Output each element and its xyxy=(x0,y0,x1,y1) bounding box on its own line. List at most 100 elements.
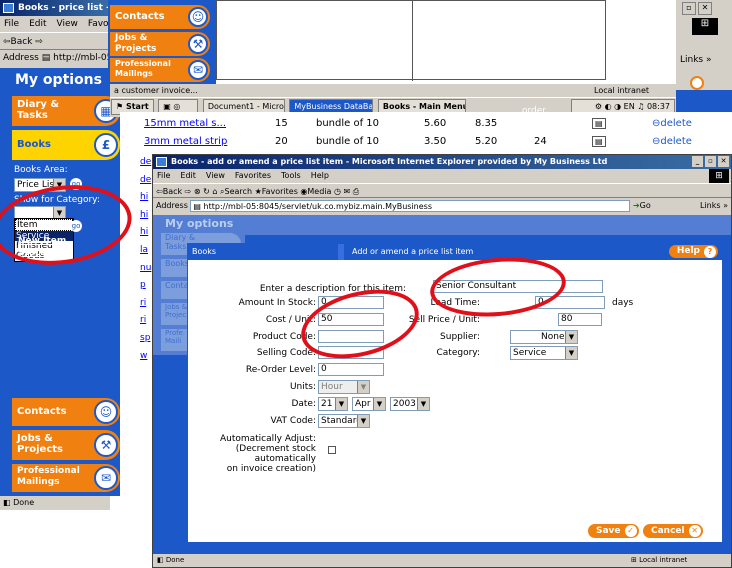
history-icon[interactable]: ◷ xyxy=(334,187,341,196)
vat-code-value: Standard xyxy=(321,416,362,426)
table-row: 15mm metal s... 15 bundle of 10 5.60 8.3… xyxy=(120,118,732,132)
minimize-button[interactable]: _ xyxy=(692,156,703,167)
save-button[interactable]: Save ✓ xyxy=(588,524,639,538)
reorder-input[interactable]: 0 xyxy=(318,363,384,376)
date-year-select[interactable]: 2003 xyxy=(390,397,430,411)
list-item[interactable]: nu xyxy=(140,260,152,278)
sidebar-pill-diary[interactable]: Diary & Tasks ▦ xyxy=(12,96,120,126)
form-section-title: Books xyxy=(192,247,217,256)
front-menu-file[interactable]: File xyxy=(157,171,170,180)
front-menu-help[interactable]: Help xyxy=(311,171,329,180)
books-area-label: Books Area: xyxy=(14,165,68,175)
reorder-label: Re-Order Level: xyxy=(245,365,316,375)
windows-logo-icon-front: ⊞ xyxy=(709,169,729,183)
sell-price-label: Sell Price / Unit: xyxy=(408,315,480,325)
auto-adjust-checkbox[interactable] xyxy=(328,446,336,454)
links-button[interactable]: Links » xyxy=(700,198,728,214)
list-item[interactable]: ri xyxy=(140,295,152,313)
stop-icon[interactable]: ⊗ xyxy=(194,187,201,196)
row-delete[interactable]: ⊖delete xyxy=(652,118,692,129)
left-sidebar: My options Diary & Tasks ▦ Books £ Books A… xyxy=(0,68,120,496)
media-button[interactable]: Media xyxy=(307,187,331,196)
front-menu-view[interactable]: View xyxy=(206,171,225,180)
favorites-icon[interactable]: ★ xyxy=(255,187,262,196)
row-unit: bundle of 10 xyxy=(316,118,380,129)
forward-icon[interactable]: ⇨ xyxy=(35,37,43,47)
document-icon[interactable]: ▤ xyxy=(592,136,606,147)
top-pill-mailings[interactable]: Professional Mailings ✉ xyxy=(110,58,210,82)
sidebar-pill-mailings[interactable]: Professional Mailings ✉ xyxy=(12,464,120,492)
list-item[interactable]: de xyxy=(140,172,152,190)
frame-divider xyxy=(412,1,413,81)
list-item[interactable]: de xyxy=(140,154,152,172)
front-address-input[interactable]: ▤ http://mbl-05:8045/servlet/uk.co.mybiz… xyxy=(190,199,631,212)
list-item[interactable]: p xyxy=(140,277,152,295)
list-item[interactable]: hi xyxy=(140,189,152,207)
help-label: Help xyxy=(676,246,700,256)
close-button[interactable]: ✕ xyxy=(718,156,729,167)
go-button[interactable]: Go xyxy=(640,201,651,210)
cancel-button[interactable]: Cancel ✕ xyxy=(643,524,703,538)
top-pill-jobs[interactable]: Jobs & Projects ⚒ xyxy=(110,32,210,56)
supplier-label: Supplier: xyxy=(440,332,480,342)
sell-price-input[interactable]: 80 xyxy=(558,313,602,326)
category-form-select[interactable]: Service xyxy=(510,346,578,360)
menu-edit[interactable]: Edit xyxy=(29,19,46,29)
close-icon[interactable]: ✕ xyxy=(698,2,712,15)
help-button[interactable]: Help? xyxy=(668,245,718,258)
front-back-button[interactable]: ⇦Back xyxy=(156,187,182,196)
supplier-select[interactable]: None xyxy=(510,330,578,344)
favorites-button[interactable]: Favorites xyxy=(262,187,298,196)
vat-code-select[interactable]: Standard xyxy=(318,414,370,428)
address-value[interactable]: http://mbl-05 xyxy=(53,53,110,63)
menu-file[interactable]: File xyxy=(4,19,19,29)
page-icon: ▤ xyxy=(41,53,51,63)
mail-icon-nav[interactable]: ✉ xyxy=(344,187,351,196)
front-menu-tools[interactable]: Tools xyxy=(281,171,301,180)
mail-icon: ✉ xyxy=(94,466,118,490)
lead-time-unit: days xyxy=(612,298,634,308)
list-item[interactable]: hi xyxy=(140,207,152,225)
list-item[interactable]: w xyxy=(140,348,152,366)
list-item[interactable]: hi xyxy=(140,224,152,242)
row-lead: 24 xyxy=(534,136,547,147)
sell-price-value: 80 xyxy=(561,314,573,324)
date-day-select[interactable]: 21 xyxy=(318,397,348,411)
front-address-value: http://mbl-05:8045/servlet/uk.co.mybiz.m… xyxy=(203,201,432,211)
sidebar-pill-books[interactable]: Books £ xyxy=(12,130,120,160)
row-name[interactable]: 3mm metal strip xyxy=(144,136,227,147)
home-icon[interactable]: ⌂ xyxy=(212,187,217,196)
back-window-addressbar: Address ▤ http://mbl-05 xyxy=(0,50,110,67)
top-jobs-label: Jobs & Projects xyxy=(115,33,157,54)
menu-favorites[interactable]: Favo xyxy=(88,19,109,29)
row-name[interactable]: 15mm metal s... xyxy=(144,118,226,129)
date-label: Date: xyxy=(291,399,316,409)
diary-label: Diary & Tasks xyxy=(17,99,60,121)
document-icon[interactable]: ▤ xyxy=(592,118,606,129)
maximize-button[interactable]: ▫ xyxy=(705,156,716,167)
worker-icon: ⚒ xyxy=(94,433,118,457)
back-button[interactable]: ⇦Back xyxy=(3,37,32,47)
list-item[interactable]: la xyxy=(140,242,152,260)
row-sell: 8.35 xyxy=(475,118,498,129)
front-menu-favorites[interactable]: Favorites xyxy=(235,171,271,180)
front-forward-button[interactable]: ⇨ xyxy=(185,187,192,196)
row-qty: 20 xyxy=(275,136,288,147)
list-item[interactable]: ri xyxy=(140,312,152,330)
sidebar-pill-jobs[interactable]: Jobs & Projects ⚒ xyxy=(12,430,120,460)
restore-icon[interactable]: ▫ xyxy=(682,2,696,15)
date-month-select[interactable]: Apr xyxy=(352,397,386,411)
list-item[interactable]: sp xyxy=(140,330,152,348)
menu-view[interactable]: View xyxy=(57,19,78,29)
sidebar-pill-contacts[interactable]: Contacts ☺ xyxy=(12,398,120,426)
refresh-icon[interactable]: ↻ xyxy=(203,187,210,196)
search-button[interactable]: Search xyxy=(225,187,252,196)
row-delete[interactable]: ⊖delete xyxy=(652,136,692,147)
print-icon[interactable]: ⎙ xyxy=(353,187,359,196)
date-year-value: 2003 xyxy=(393,399,416,409)
front-menu-edit[interactable]: Edit xyxy=(180,171,196,180)
hidden-list-letters: de de hi hi hi la nu p ri ri sp w xyxy=(140,154,152,374)
units-select[interactable]: Hour xyxy=(318,380,370,394)
go-arrow-icon[interactable]: ➔ xyxy=(633,201,640,210)
top-pill-contacts[interactable]: Contacts ☺ xyxy=(110,5,210,29)
